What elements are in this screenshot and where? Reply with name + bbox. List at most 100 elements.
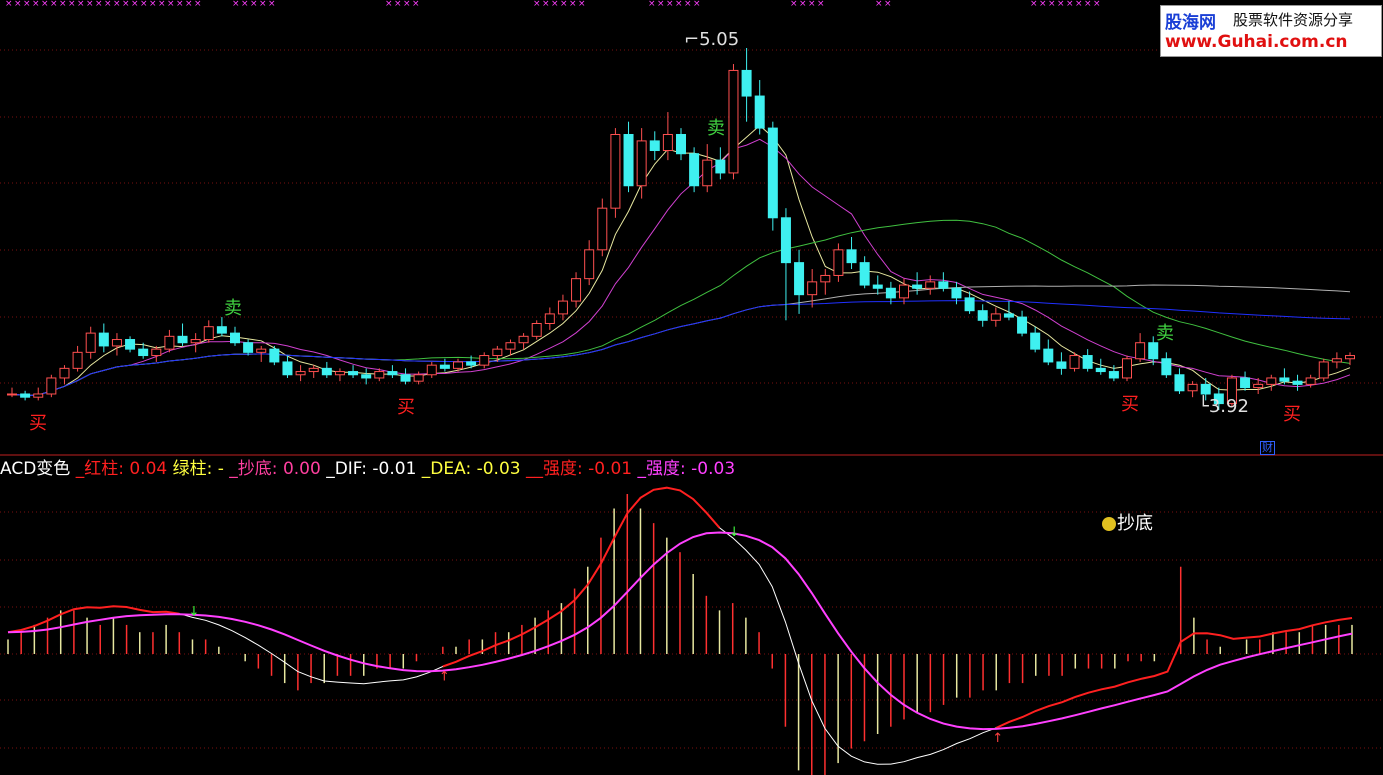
legend-item: -0.01 (588, 459, 638, 479)
candle-body (571, 278, 582, 302)
legend-item: ACD变色 (0, 459, 76, 479)
star-marker: × (232, 0, 240, 9)
star-marker: × (684, 0, 692, 9)
candle-body (1240, 377, 1251, 389)
candle-body (1292, 380, 1303, 385)
bottom-signal-text: 抄底 (1117, 513, 1153, 534)
candle-body (689, 153, 700, 187)
candle-body (374, 371, 385, 379)
candle-body (754, 95, 765, 129)
candle-body (1187, 383, 1198, 392)
candle-body (230, 332, 240, 344)
candle-body (1174, 374, 1185, 392)
star-marker: × (59, 0, 67, 9)
candle-body (728, 69, 739, 174)
candle-body (85, 332, 96, 353)
sell-signal: 卖 (707, 118, 725, 140)
star-marker: × (875, 0, 883, 9)
star-marker: × (41, 0, 49, 9)
buy-signal: 买 (397, 397, 415, 419)
star-marker: × (569, 0, 577, 9)
watermark-brand: 股海网 (1165, 13, 1216, 33)
candle-body (177, 335, 188, 344)
candle-body (1043, 348, 1054, 363)
star-marker: × (533, 0, 541, 9)
star-marker: × (884, 0, 892, 9)
candle-body (413, 374, 424, 382)
up-arrow-icon: ↑ (992, 731, 1003, 746)
legend-item: __强度: (525, 459, 589, 479)
star-marker: × (648, 0, 656, 9)
candle-body (702, 159, 713, 187)
candle-body (623, 133, 634, 187)
candle-body (794, 262, 805, 296)
candlestick-series (7, 48, 1355, 410)
star-marker: × (1084, 0, 1092, 9)
candle-body (203, 326, 214, 341)
candle-body (990, 313, 1001, 321)
candle-body (1135, 342, 1146, 360)
candle-body (649, 140, 660, 152)
candle-body (164, 335, 175, 350)
watermark-logo: 股海网 股票软件资源分享 www.Guhai.com.cn (1160, 5, 1382, 57)
candle-body (361, 374, 372, 379)
legend-item: _DEA: (421, 459, 477, 479)
candle-body (453, 361, 463, 369)
low-tick-icon: └ (1198, 396, 1209, 417)
candle-body (518, 335, 529, 344)
finance-badge[interactable]: 财 (1260, 441, 1275, 455)
candle-body (544, 313, 555, 325)
candle-body (33, 393, 44, 398)
candle-body (505, 342, 516, 350)
star-marker: × (167, 0, 175, 9)
high-price-text: 5.05 (699, 29, 740, 50)
smiley-icon (1102, 517, 1116, 531)
candle-body (925, 281, 936, 289)
star-marker: × (104, 0, 112, 9)
candle-body (1345, 355, 1355, 360)
star-marker: × (50, 0, 58, 9)
high-tick-icon: ⌐ (684, 29, 700, 50)
star-marker: × (176, 0, 184, 9)
price-low-label: └3.92 (1198, 397, 1249, 417)
candle-body (1108, 371, 1119, 379)
star-marker: × (122, 0, 130, 9)
star-marker: × (1039, 0, 1047, 9)
candle-body (885, 287, 896, 299)
star-marker: × (1057, 0, 1065, 9)
candle-body (899, 284, 909, 299)
candle-body (400, 374, 411, 382)
star-marker: × (185, 0, 193, 9)
candle-body (833, 249, 844, 276)
legend-item: 绿柱: (172, 459, 218, 479)
candle-body (282, 361, 293, 376)
down-arrow-icon: ↓ (188, 604, 199, 619)
candle-body (1082, 355, 1093, 369)
candle-body (951, 287, 962, 299)
legend-item: _强度: (637, 459, 692, 479)
legend-item: - (217, 459, 230, 479)
star-marker: × (693, 0, 701, 9)
candle-body (859, 262, 870, 286)
star-marker: × (250, 0, 258, 9)
candle-body (72, 351, 83, 369)
legend-item: 0.00 (282, 459, 327, 479)
candle-body (111, 339, 122, 347)
candle-body (1161, 358, 1172, 376)
star-marker: × (1030, 0, 1038, 9)
red-strength-line (442, 486, 721, 668)
legend-item: _抄底: (229, 459, 283, 479)
candle-body (439, 364, 450, 369)
ma30-line (11, 219, 1351, 397)
candle-body (243, 342, 254, 353)
candle-body (807, 281, 818, 296)
legend-item: -0.03 (476, 459, 526, 479)
star-marker: × (1075, 0, 1083, 9)
candle-body (98, 332, 109, 347)
candle-body (741, 69, 752, 97)
star-marker: × (95, 0, 103, 9)
candle-body (610, 133, 621, 209)
star-marker: × (268, 0, 276, 9)
candle-body (1069, 355, 1080, 369)
buy-signal: 买 (29, 413, 47, 435)
